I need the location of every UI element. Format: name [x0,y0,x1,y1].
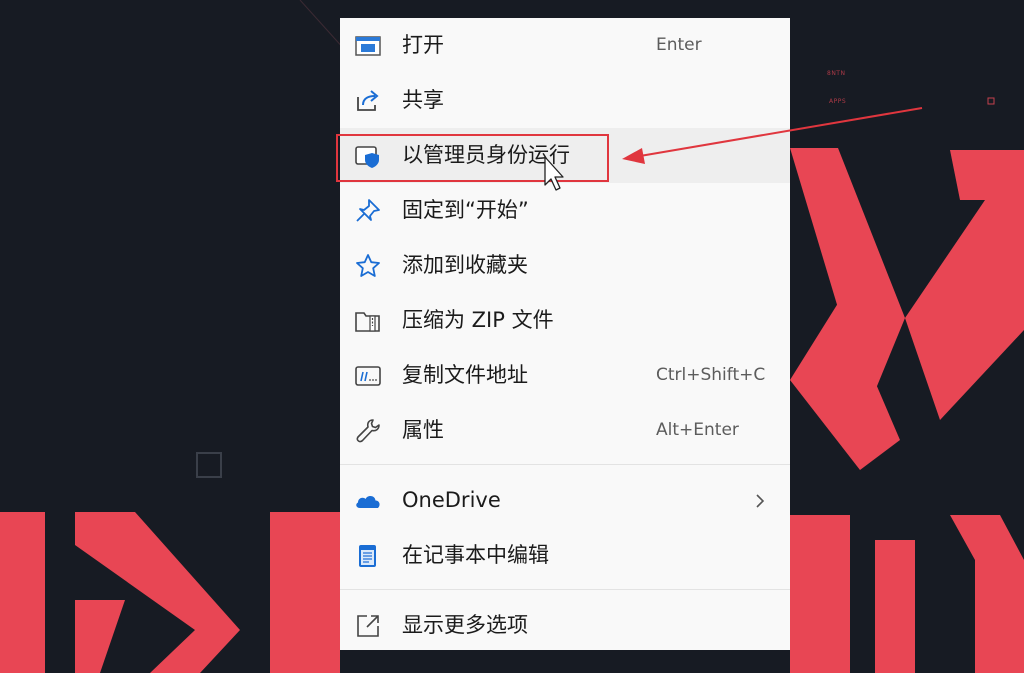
menu-item-label: 共享 [402,88,444,112]
shield-run-as-admin-icon [353,142,383,170]
menu-item-properties[interactable]: 属性 Alt+Enter [340,403,790,458]
menu-item-label: 添加到收藏夹 [402,253,528,277]
menu-separator [340,589,790,590]
menu-item-show-more-options[interactable]: 显示更多选项 [340,598,790,653]
menu-item-pin-to-start[interactable]: 固定到“开始” [340,183,790,238]
chevron-right-icon [753,492,767,510]
zip-folder-icon [353,307,383,335]
menu-item-label: 固定到“开始” [402,198,529,222]
menu-item-open[interactable]: 打开 Enter [340,18,790,73]
share-icon [353,87,383,115]
menu-item-shortcut: Alt+Enter [656,420,739,440]
menu-item-share[interactable]: 共享 [340,73,790,128]
pin-icon [353,197,383,225]
menu-item-label: 显示更多选项 [402,613,528,637]
show-more-options-icon [353,612,383,640]
menu-item-add-to-favorites[interactable]: 添加到收藏夹 [340,238,790,293]
wrench-icon [353,417,383,445]
menu-separator [340,464,790,465]
notepad-icon [353,542,383,570]
menu-item-label: 属性 [402,418,444,442]
star-icon [353,252,383,280]
open-app-icon [353,32,383,60]
menu-item-label: 打开 [402,33,444,57]
menu-item-shortcut: Enter [656,35,702,55]
menu-item-edit-in-notepad[interactable]: 在记事本中编辑 [340,528,790,583]
copy-path-icon [353,362,383,390]
menu-item-label: 在记事本中编辑 [402,543,549,567]
menu-item-label: 以管理员身份运行 [402,143,570,167]
hud-label: 8NTN [827,70,846,77]
onedrive-cloud-icon [353,487,383,515]
menu-item-shortcut: Ctrl+Shift+C [656,365,766,385]
menu-item-label: OneDrive [402,488,501,512]
menu-item-label: 压缩为 ZIP 文件 [402,308,554,332]
menu-item-compress-zip[interactable]: 压缩为 ZIP 文件 [340,293,790,348]
menu-item-run-as-admin[interactable]: 以管理员身份运行 [340,128,790,183]
menu-item-copy-path[interactable]: 复制文件地址 Ctrl+Shift+C [340,348,790,403]
hud-label: APPS [829,98,847,105]
context-menu: 打开 Enter 共享 以管理员身份运行 固定到“开始” 添加到收藏夹 压缩为 … [340,18,790,650]
menu-item-onedrive[interactable]: OneDrive [340,473,790,528]
menu-item-label: 复制文件地址 [402,363,528,387]
